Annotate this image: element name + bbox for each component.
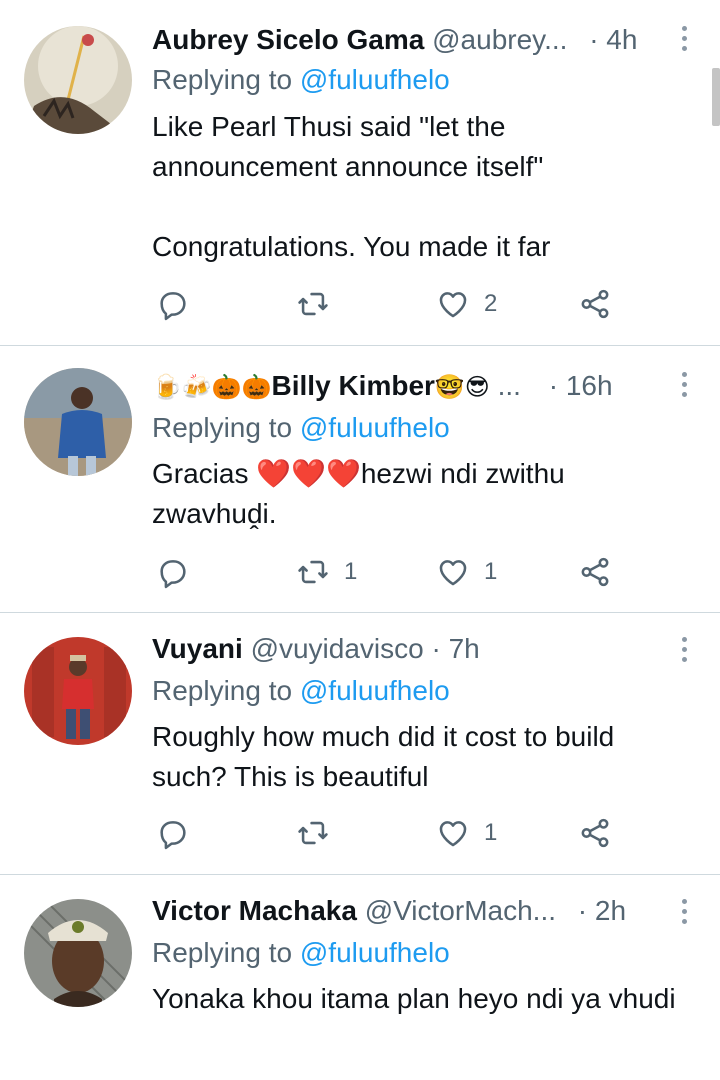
- replying-to-label: Replying to: [152, 675, 300, 706]
- heart-icon: [436, 555, 470, 589]
- share-icon: [578, 287, 612, 321]
- share-button[interactable]: [578, 813, 612, 853]
- heart-icon: [436, 287, 470, 321]
- retweet-button[interactable]: [296, 284, 344, 324]
- reply-tweet-3[interactable]: Vuyani @vuyidavisco · 7h Replying to @fu…: [0, 613, 720, 875]
- like-button[interactable]: 1: [436, 552, 497, 592]
- retweet-icon: [296, 555, 330, 589]
- like-count: 2: [484, 290, 498, 317]
- tweet-text-start: Gracias: [152, 458, 257, 489]
- timestamp[interactable]: · 7h: [432, 633, 480, 664]
- user-handle[interactable]: @vuyidavisco: [251, 633, 424, 664]
- like-button[interactable]: 1: [436, 813, 497, 853]
- share-button[interactable]: [578, 284, 612, 324]
- display-name[interactable]: Victor Machaka: [152, 895, 357, 926]
- reply-button[interactable]: [156, 284, 190, 324]
- retweet-icon: [296, 816, 330, 850]
- reply-icon: [156, 816, 190, 850]
- avatar[interactable]: [24, 368, 132, 476]
- name-emoji-suffix: 🤓😎: [434, 373, 490, 401]
- tweet-text: Gracias ❤️❤️❤️hezwi ndi zwithu zwavhuḓi.: [152, 454, 692, 534]
- replying-to-label: Replying to: [152, 412, 300, 443]
- share-icon: [578, 816, 612, 850]
- more-vertical-icon[interactable]: [674, 629, 694, 669]
- retweet-count: 1: [344, 558, 358, 585]
- avatar[interactable]: [24, 899, 132, 1007]
- tweet-text: Roughly how much did it cost to build su…: [152, 721, 623, 792]
- retweet-button[interactable]: [296, 813, 344, 853]
- mention-link[interactable]: @fuluufhelo: [300, 412, 450, 443]
- replying-to: Replying to @fuluufhelo: [152, 408, 450, 448]
- replying-to-label: Replying to: [152, 937, 300, 968]
- like-count: 1: [484, 819, 498, 846]
- retweet-icon: [296, 287, 330, 321]
- like-count: 1: [484, 558, 498, 585]
- mention-link[interactable]: @fuluufhelo: [300, 937, 450, 968]
- retweet-button[interactable]: 1: [296, 552, 357, 592]
- replying-to: Replying to @fuluufhelo: [152, 671, 450, 711]
- replying-to: Replying to @fuluufhelo: [152, 933, 450, 973]
- reply-button[interactable]: [156, 813, 190, 853]
- replying-to-label: Replying to: [152, 64, 300, 95]
- more-vertical-icon[interactable]: [674, 891, 694, 931]
- user-handle[interactable]: @VictorMach...: [365, 895, 556, 926]
- display-name[interactable]: Vuyani: [152, 633, 243, 664]
- reply-icon: [156, 287, 190, 321]
- mention-link[interactable]: @fuluufhelo: [300, 675, 450, 706]
- more-vertical-icon[interactable]: [674, 364, 694, 404]
- tweet-header: Vuyani @vuyidavisco · 7h: [152, 629, 660, 669]
- timestamp[interactable]: · 16h: [549, 370, 613, 401]
- share-icon: [578, 555, 612, 589]
- reply-icon: [156, 555, 190, 589]
- reply-tweet-2[interactable]: 🍺🍻🎃🎃Billy Kimber🤓😎 ... · 16h Replying to…: [0, 346, 720, 613]
- name-emoji-prefix: 🍺🍻🎃🎃: [152, 373, 272, 401]
- avatar[interactable]: [24, 637, 132, 745]
- timestamp[interactable]: · 4h: [589, 24, 637, 55]
- reply-tweet-1[interactable]: Aubrey Sicelo Gama @aubrey... · 4h Reply…: [0, 0, 720, 346]
- reply-button[interactable]: [156, 552, 190, 592]
- tweet-actions: 1: [152, 813, 632, 853]
- tweet-header: 🍺🍻🎃🎃Billy Kimber🤓😎 ... · 16h: [152, 366, 660, 406]
- display-name[interactable]: Aubrey Sicelo Gama: [152, 24, 424, 55]
- reply-tweet-4[interactable]: Victor Machaka @VictorMach... · 2h Reply…: [0, 875, 720, 1080]
- display-name[interactable]: Billy Kimber: [272, 370, 435, 401]
- tweet-header: Victor Machaka @VictorMach... · 2h: [152, 891, 660, 931]
- like-button[interactable]: 2: [436, 284, 497, 324]
- tweet-header: Aubrey Sicelo Gama @aubrey... · 4h: [152, 20, 660, 60]
- tweet-actions: 1 1: [152, 552, 632, 592]
- timestamp[interactable]: · 2h: [578, 895, 626, 926]
- user-handle[interactable]: ...: [498, 370, 521, 401]
- more-vertical-icon[interactable]: [674, 18, 694, 58]
- avatar[interactable]: [24, 26, 132, 134]
- hearts-emoji: ❤️❤️❤️: [256, 458, 361, 489]
- heart-icon: [436, 816, 470, 850]
- user-handle[interactable]: @aubrey...: [432, 24, 567, 55]
- tweet-text: Yonaka khou itama plan heyo ndi ya vhudi: [152, 983, 676, 1014]
- tweet-text: Like Pearl Thusi said "let the announcem…: [152, 111, 551, 262]
- mention-link[interactable]: @fuluufhelo: [300, 64, 450, 95]
- tweet-actions: 2: [152, 284, 632, 324]
- replying-to: Replying to @fuluufhelo: [152, 60, 450, 100]
- share-button[interactable]: [578, 552, 612, 592]
